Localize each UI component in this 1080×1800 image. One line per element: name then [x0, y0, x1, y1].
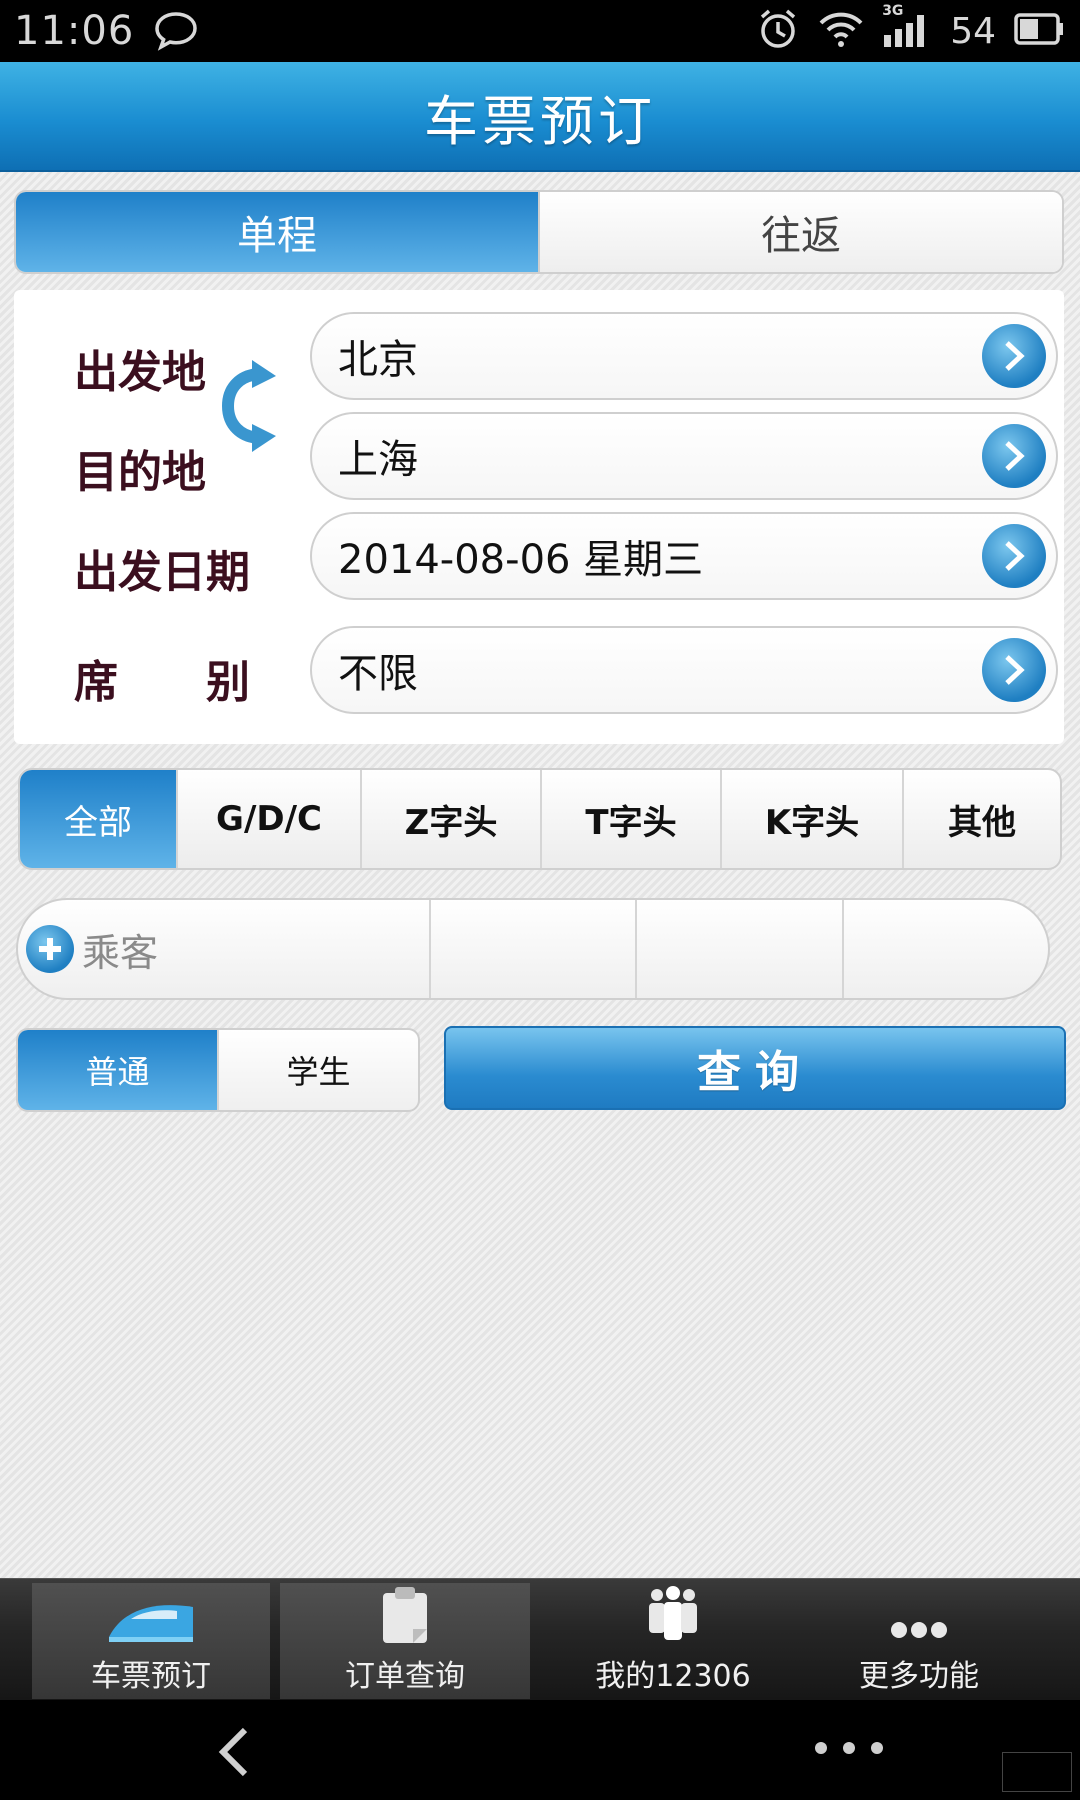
battery-percent: 54	[950, 10, 996, 52]
from-label: 出发地	[74, 347, 206, 398]
people-icon	[643, 1583, 703, 1645]
seat-class-label: 席 别	[74, 657, 250, 708]
passenger-slot[interactable]	[428, 900, 636, 998]
ticket-type-adult[interactable]: 普通	[18, 1030, 217, 1110]
passenger-bar: 乘客	[16, 898, 1050, 1000]
wifi-icon	[818, 9, 864, 53]
plus-icon	[26, 925, 74, 973]
query-button[interactable]: 查询	[444, 1026, 1066, 1110]
app-header: 车票预订	[0, 62, 1080, 172]
clipboard-icon	[379, 1583, 431, 1645]
add-passenger-button[interactable]: 乘客	[18, 900, 224, 998]
seat-class-value: 不限	[338, 651, 418, 697]
departure-date-field[interactable]: 2014-08-06 星期三	[310, 512, 1058, 600]
train-type-k[interactable]: K字头	[720, 770, 902, 868]
system-nav-bar	[0, 1700, 1080, 1800]
train-type-all[interactable]: 全部	[20, 770, 176, 868]
to-label: 目的地	[74, 447, 206, 498]
bottom-tab-bar: 车票预订 订单查询 我的12306 更多功能	[0, 1578, 1080, 1700]
tab-order-query[interactable]: 订单查询	[280, 1583, 530, 1699]
status-time: 11:06	[14, 8, 135, 54]
chevron-right-icon[interactable]	[982, 324, 1046, 388]
seat-class-field[interactable]: 不限	[310, 626, 1058, 714]
passenger-slot[interactable]	[635, 900, 842, 998]
status-bar: 11:06 3G 54	[0, 0, 1080, 62]
train-type-t[interactable]: T字头	[540, 770, 720, 868]
menu-dots-icon[interactable]	[815, 1742, 883, 1754]
page-title: 车票预订	[424, 89, 656, 153]
tab-one-way[interactable]: 单程	[16, 192, 538, 272]
tab-round-trip[interactable]: 往返	[538, 192, 1062, 272]
chat-notification-icon	[154, 11, 198, 51]
tab-label: 车票预订	[91, 1659, 211, 1694]
battery-icon	[1014, 13, 1066, 49]
train-type-gdc[interactable]: G/D/C	[176, 770, 360, 868]
date-label: 出发日期	[74, 547, 250, 598]
tab-my-12306[interactable]: 我的12306	[560, 1583, 786, 1699]
train-icon	[103, 1583, 199, 1645]
add-passenger-label: 乘客	[82, 930, 159, 975]
train-type-filter: 全部 G/D/C Z字头 T字头 K字头 其他	[18, 768, 1062, 870]
from-station-value: 北京	[338, 337, 418, 383]
signal-icon: 3G	[882, 3, 932, 53]
tab-label: 我的12306	[595, 1659, 751, 1694]
ticket-type-selector: 普通 学生	[16, 1028, 420, 1112]
departure-date-value: 2014-08-06 星期三	[338, 537, 704, 583]
tab-ticket-booking[interactable]: 车票预订	[32, 1583, 270, 1699]
to-station-field[interactable]: 上海	[310, 412, 1058, 500]
trip-type-selector: 单程 往返	[14, 190, 1064, 274]
passenger-slot[interactable]	[224, 900, 429, 998]
chevron-right-icon[interactable]	[982, 424, 1046, 488]
train-type-other[interactable]: 其他	[902, 770, 1060, 868]
from-station-field[interactable]: 北京	[310, 312, 1058, 400]
back-icon[interactable]	[215, 1726, 255, 1782]
chevron-right-icon[interactable]	[982, 638, 1046, 702]
watermark-logo	[1002, 1752, 1072, 1792]
passenger-slot[interactable]	[841, 900, 1049, 998]
swap-stations-icon[interactable]	[210, 356, 280, 456]
tab-label: 更多功能	[859, 1659, 979, 1694]
train-type-z[interactable]: Z字头	[360, 770, 540, 868]
chevron-right-icon[interactable]	[982, 524, 1046, 588]
network-type: 3G	[882, 3, 904, 19]
tab-label: 订单查询	[345, 1659, 465, 1694]
alarm-icon	[756, 7, 800, 55]
ticket-type-student[interactable]: 学生	[217, 1030, 418, 1110]
search-form: 出发地 目的地 出发日期 席 别 北京 上海 2014-08-06 星期三 不限	[14, 290, 1064, 744]
more-dots-icon	[889, 1583, 949, 1645]
to-station-value: 上海	[338, 437, 418, 483]
tab-more-features[interactable]: 更多功能	[806, 1583, 1032, 1699]
